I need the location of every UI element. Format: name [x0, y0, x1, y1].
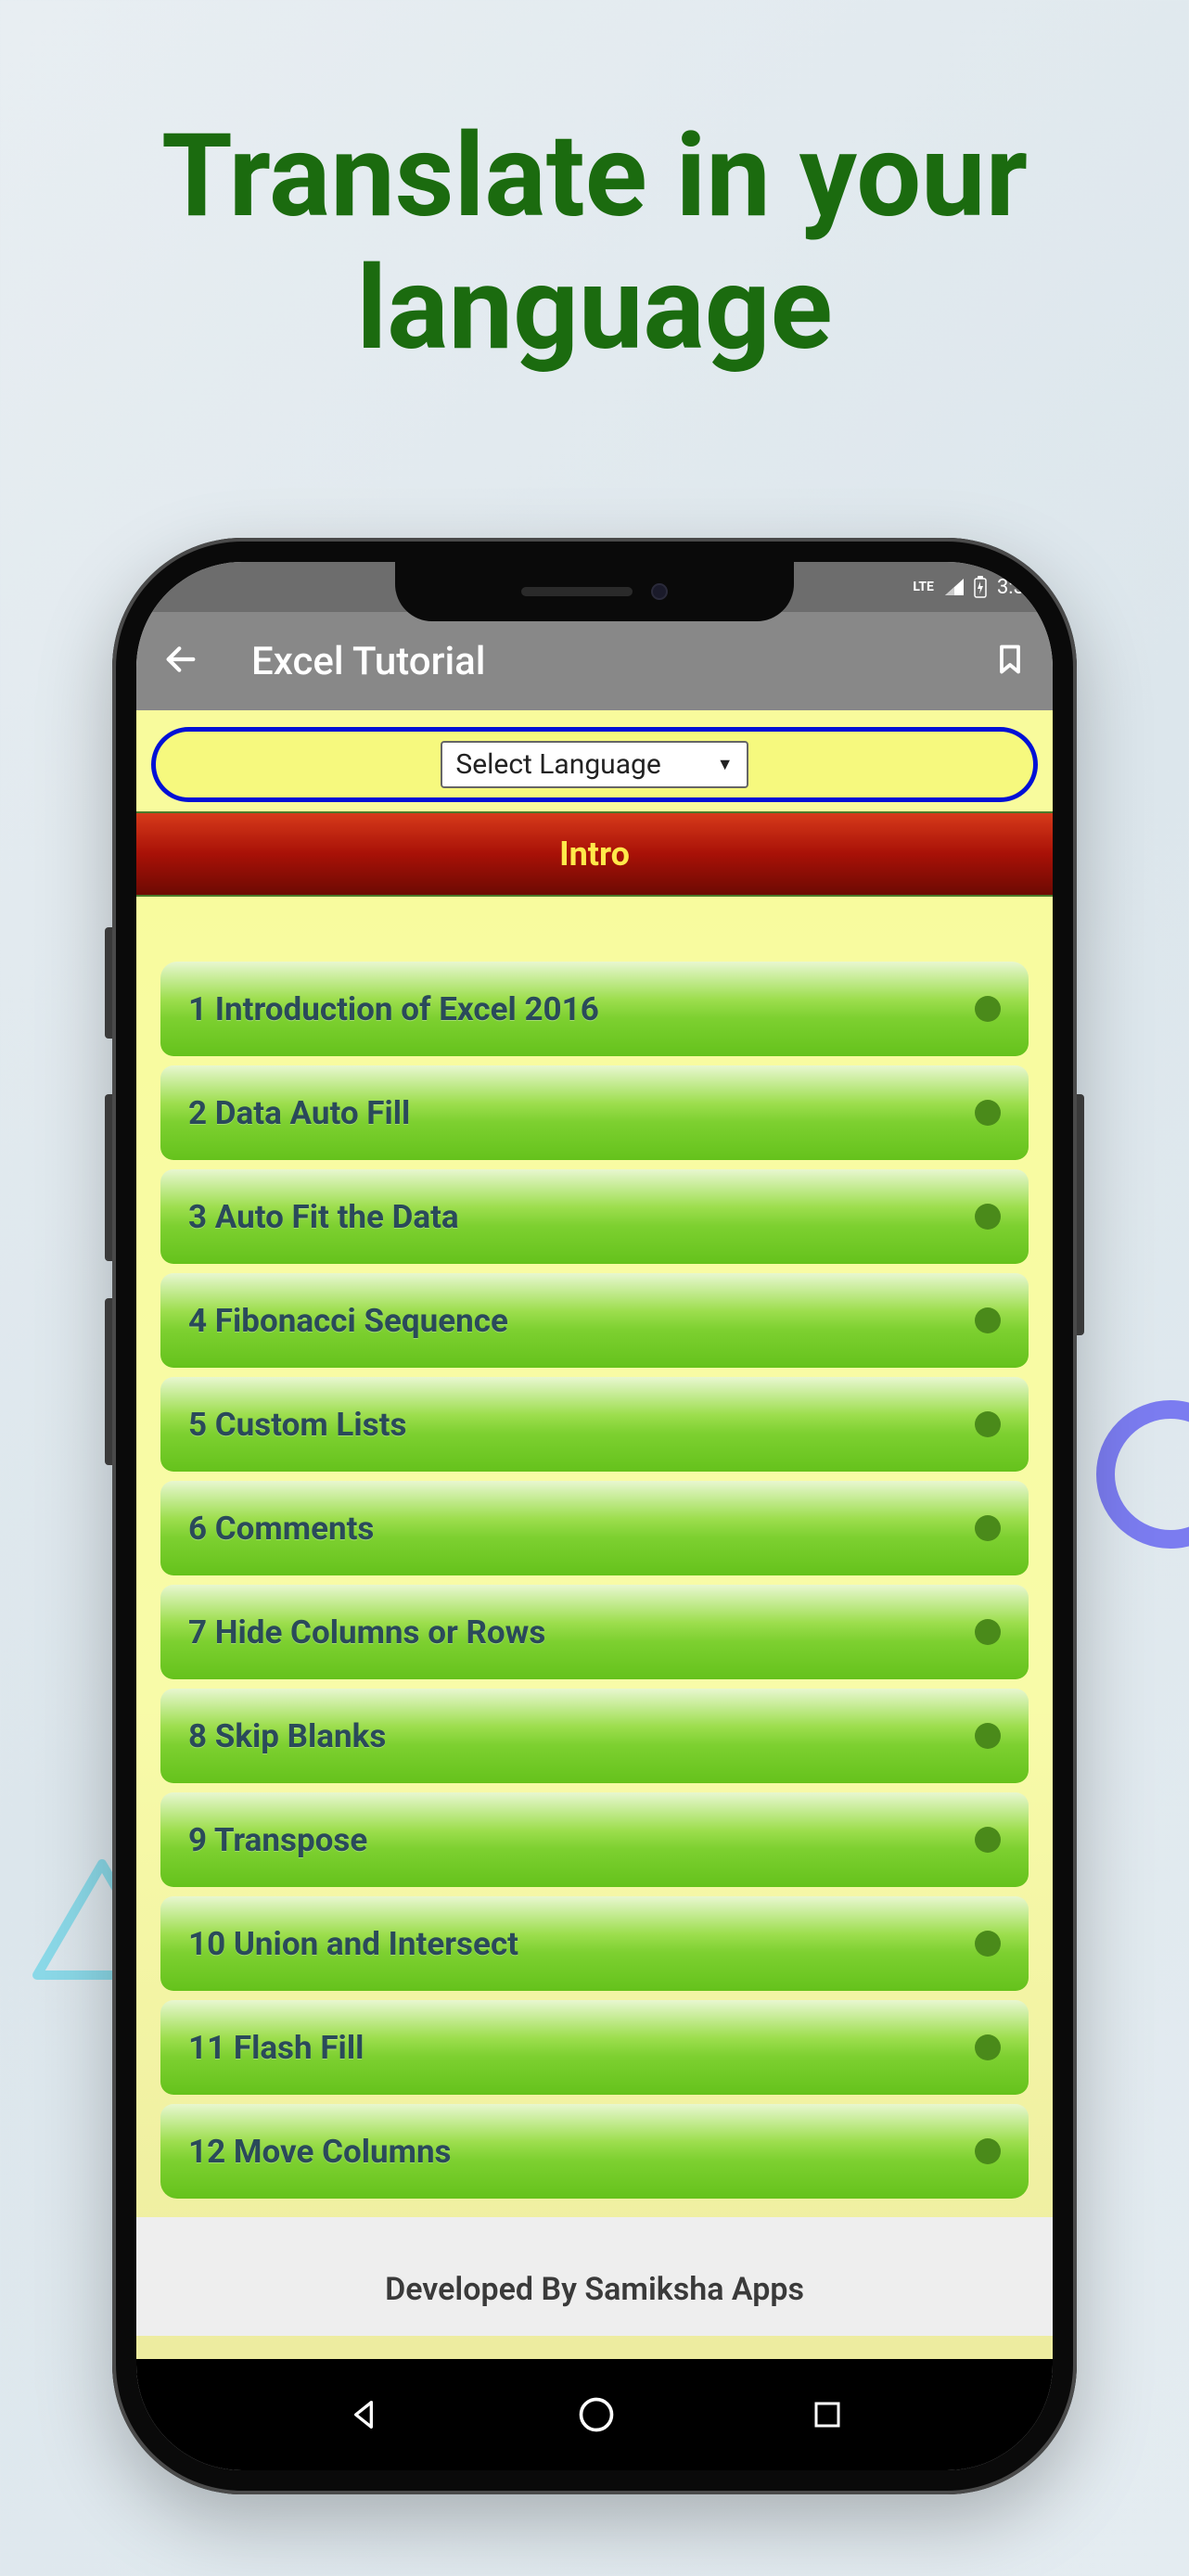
status-dot-icon — [975, 2034, 1001, 2060]
bookmark-icon[interactable] — [993, 643, 1027, 680]
lesson-item[interactable]: 6 Comments — [160, 1481, 1029, 1575]
promo-headline: Translate in your language — [0, 0, 1189, 376]
lesson-label: 8 Skip Blanks — [188, 1717, 386, 1755]
status-dot-icon — [975, 1931, 1001, 1957]
lesson-item[interactable]: 10 Union and Intersect — [160, 1896, 1029, 1991]
back-arrow-icon[interactable] — [162, 641, 199, 682]
app-bar: Excel Tutorial — [136, 612, 1053, 710]
language-select[interactable]: Select Language ▼ — [441, 741, 748, 788]
lesson-item[interactable]: 8 Skip Blanks — [160, 1689, 1029, 1783]
status-dot-icon — [975, 996, 1001, 1022]
phone-screen: LTE 3:3 Excel Tutorial Select Langu — [136, 562, 1053, 2470]
lesson-item[interactable]: 4 Fibonacci Sequence — [160, 1273, 1029, 1368]
lesson-item[interactable]: 11 Flash Fill — [160, 2000, 1029, 2095]
section-header: Intro — [136, 811, 1053, 897]
lesson-label: 2 Data Auto Fill — [188, 1094, 410, 1132]
network-indicator: LTE — [913, 580, 934, 594]
status-time: 3:3 — [997, 576, 1025, 599]
section-title: Intro — [559, 835, 630, 874]
lesson-item[interactable]: 7 Hide Columns or Rows — [160, 1585, 1029, 1679]
status-dot-icon — [975, 1723, 1001, 1749]
developer-footer: Developed By Samiksha Apps — [136, 2217, 1053, 2336]
phone-notch — [395, 562, 794, 621]
language-selected-label: Select Language — [455, 748, 660, 781]
lesson-label: 1 Introduction of Excel 2016 — [188, 990, 599, 1028]
lesson-item[interactable]: 12 Move Columns — [160, 2104, 1029, 2199]
lesson-item[interactable]: 1 Introduction of Excel 2016 — [160, 962, 1029, 1056]
status-dot-icon — [975, 1827, 1001, 1853]
lesson-label: 4 Fibonacci Sequence — [188, 1302, 508, 1340]
status-dot-icon — [975, 1100, 1001, 1126]
chevron-down-icon: ▼ — [717, 755, 734, 774]
lesson-label: 7 Hide Columns or Rows — [188, 1613, 545, 1651]
lesson-label: 12 Move Columns — [188, 2133, 452, 2171]
nav-home-icon[interactable] — [576, 2394, 617, 2435]
lesson-item[interactable]: 5 Custom Lists — [160, 1377, 1029, 1472]
bg-circle-decoration — [1096, 1400, 1189, 1549]
lesson-label: 3 Auto Fit the Data — [188, 1198, 459, 1236]
nav-back-icon[interactable] — [345, 2396, 382, 2433]
nav-recent-icon[interactable] — [811, 2398, 844, 2431]
lesson-list: 1 Introduction of Excel 2016 2 Data Auto… — [136, 897, 1053, 2217]
status-dot-icon — [975, 1411, 1001, 1437]
content-area: Select Language ▼ Intro 1 Introduction o… — [136, 710, 1053, 2359]
lesson-label: 11 Flash Fill — [188, 2029, 364, 2067]
phone-frame: LTE 3:3 Excel Tutorial Select Langu — [112, 538, 1077, 2494]
lesson-label: 6 Comments — [188, 1510, 374, 1548]
battery-icon — [973, 576, 988, 598]
lesson-label: 10 Union and Intersect — [188, 1925, 518, 1963]
lesson-item[interactable]: 9 Transpose — [160, 1792, 1029, 1887]
signal-icon — [943, 579, 964, 595]
status-dot-icon — [975, 2138, 1001, 2164]
lesson-item[interactable]: 2 Data Auto Fill — [160, 1065, 1029, 1160]
status-dot-icon — [975, 1204, 1001, 1230]
lesson-item[interactable]: 3 Auto Fit the Data — [160, 1169, 1029, 1264]
android-nav-bar — [136, 2359, 1053, 2470]
language-pill: Select Language ▼ — [151, 727, 1038, 802]
lesson-label: 5 Custom Lists — [188, 1406, 406, 1444]
status-dot-icon — [975, 1515, 1001, 1541]
status-dot-icon — [975, 1307, 1001, 1333]
status-dot-icon — [975, 1619, 1001, 1645]
app-title: Excel Tutorial — [251, 639, 941, 684]
lesson-label: 9 Transpose — [188, 1821, 367, 1859]
